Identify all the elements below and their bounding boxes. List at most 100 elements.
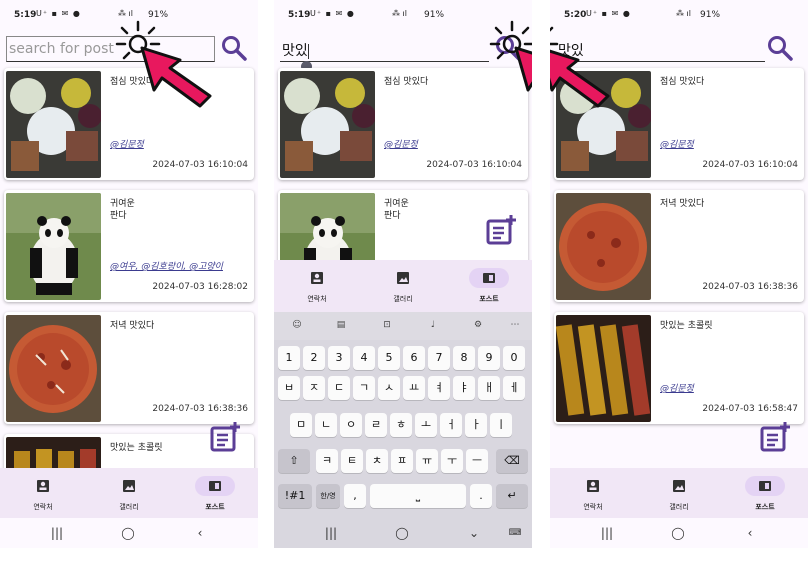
nav-contacts[interactable]: 연락처 [550, 476, 636, 522]
nav-contacts-label: 연락처 [583, 503, 603, 511]
keyboard-icon[interactable]: ⌨ [508, 526, 522, 540]
screen-results: 5:20 U⁺ ▪ ✉ ● ⁂ ıl 91% 맛있 점심 맛있다 @김문정 20… [550, 0, 808, 548]
bottom-navigation: 연락처 갤러리 포스트 [274, 260, 532, 312]
nav-contacts-label: 연락처 [307, 295, 327, 303]
key[interactable]: ㅔ [503, 376, 525, 400]
comma-key[interactable]: , [344, 484, 366, 508]
key[interactable]: ㅁ [290, 413, 312, 437]
post-card[interactable]: 저녁 맛있다 2024-07-03 16:38:36 [554, 190, 804, 302]
key[interactable]: 4 [353, 346, 375, 370]
key[interactable]: ㅂ [278, 376, 300, 400]
search-input[interactable]: 맛있 [280, 36, 489, 62]
key[interactable]: 7 [428, 346, 450, 370]
nav-contacts[interactable]: 연락처 [274, 268, 360, 314]
key[interactable]: ㅕ [428, 376, 450, 400]
home-icon[interactable]: ◯ [121, 526, 135, 540]
post-date: 2024-07-03 16:10:04 [702, 160, 798, 170]
translate-icon[interactable]: ⊡ [380, 320, 394, 332]
period-key[interactable]: . [470, 484, 492, 508]
key[interactable]: ㄷ [328, 376, 350, 400]
key[interactable]: 3 [328, 346, 350, 370]
recents-icon[interactable]: ||| [324, 526, 338, 540]
post-title: 저녁 맛있다 [660, 199, 705, 209]
back-icon[interactable]: ‹ [193, 526, 207, 540]
nav-gallery[interactable]: 갤러리 [636, 476, 722, 522]
recents-icon[interactable]: ||| [50, 526, 64, 540]
tap-pointer-icon [550, 26, 610, 108]
key[interactable]: ㅎ [390, 413, 412, 437]
key[interactable]: ㅐ [478, 376, 500, 400]
key[interactable]: 0 [503, 346, 525, 370]
home-icon[interactable]: ◯ [671, 526, 685, 540]
post-card[interactable]: 저녁 맛있다 2024-07-03 16:38:36 [4, 312, 254, 424]
contacts-icon [587, 480, 599, 492]
back-icon[interactable]: ‹ [743, 526, 757, 540]
key[interactable]: ㅍ [391, 449, 413, 473]
post-tags[interactable]: @김문정 [384, 137, 418, 150]
key[interactable]: ㅈ [303, 376, 325, 400]
key[interactable]: ㅊ [366, 449, 388, 473]
key[interactable]: ㅅ [378, 376, 400, 400]
post-title: 저녁 맛있다 [110, 321, 155, 331]
key[interactable]: ㅠ [416, 449, 438, 473]
screen-feed: 5:19 U⁺ ▪ ✉ ● ⁂ ıl 91% search for post 점… [0, 0, 258, 548]
keyboard-bottom-row: !#1 한/영 , ⎵ . ↵ [278, 484, 528, 508]
search-icon[interactable] [766, 34, 794, 62]
key[interactable]: ㄱ [353, 376, 375, 400]
nav-contacts-label: 연락처 [33, 503, 53, 511]
new-post-icon[interactable] [758, 420, 792, 454]
nav-posts-label: 포스트 [755, 503, 775, 511]
nav-gallery[interactable]: 갤러리 [360, 268, 446, 314]
nav-contacts[interactable]: 연락처 [0, 476, 86, 522]
search-results-feed[interactable]: 점심 맛있다 @김문정 2024-07-03 16:10:04 저녁 맛있다 2… [554, 68, 804, 434]
key[interactable]: ㅡ [466, 449, 488, 473]
key[interactable]: 9 [478, 346, 500, 370]
more-icon[interactable]: ⋯ [508, 320, 522, 332]
backspace-key-icon[interactable]: ⌫ [496, 449, 528, 473]
key[interactable]: ㅏ [465, 413, 487, 437]
new-post-icon[interactable] [484, 213, 518, 247]
recents-icon[interactable]: ||| [600, 526, 614, 540]
home-icon[interactable]: ◯ [395, 526, 409, 540]
post-tags[interactable]: @김문정 [660, 381, 694, 394]
hide-keyboard-icon[interactable]: ⌄ [467, 526, 481, 540]
key[interactable]: ㅓ [440, 413, 462, 437]
sticker-icon[interactable]: ☺ [290, 320, 304, 332]
post-card[interactable]: 귀여운 판다 @여우, @김호랑이, @고양이 2024-07-03 16:28… [4, 190, 254, 302]
post-tags[interactable]: @김문정 [110, 137, 144, 150]
post-tags[interactable]: @김문정 [660, 137, 694, 150]
key[interactable]: 8 [453, 346, 475, 370]
nav-posts[interactable]: 포스트 [722, 476, 808, 522]
key[interactable]: ㅑ [453, 376, 475, 400]
key[interactable]: ㄴ [315, 413, 337, 437]
key[interactable]: 1 [278, 346, 300, 370]
key[interactable]: 5 [378, 346, 400, 370]
clipboard-icon[interactable]: ▤ [334, 320, 348, 332]
key[interactable]: ㅣ [490, 413, 512, 437]
shift-key-icon[interactable]: ⇧ [278, 449, 310, 473]
status-time: 5:19 [14, 10, 37, 20]
nav-gallery[interactable]: 갤러리 [86, 476, 172, 522]
nav-posts[interactable]: 포스트 [172, 476, 258, 522]
post-card[interactable]: 맛있는 초콜릿 @김문정 2024-07-03 16:58:47 [554, 312, 804, 424]
nav-posts[interactable]: 포스트 [446, 268, 532, 314]
key[interactable]: ㅗ [415, 413, 437, 437]
key[interactable]: ㅜ [441, 449, 463, 473]
spacebar-key[interactable]: ⎵ [370, 484, 466, 508]
search-icon[interactable] [220, 34, 248, 62]
key[interactable]: ㅌ [341, 449, 363, 473]
enter-key-icon[interactable]: ↵ [496, 484, 528, 508]
key[interactable]: ㅛ [403, 376, 425, 400]
key[interactable]: ㅋ [316, 449, 338, 473]
language-key[interactable]: 한/영 [316, 484, 340, 508]
key[interactable]: ㅇ [340, 413, 362, 437]
key[interactable]: 2 [303, 346, 325, 370]
new-post-icon[interactable] [208, 420, 242, 454]
key[interactable]: ㄹ [365, 413, 387, 437]
settings-icon[interactable]: ⚙ [471, 320, 485, 332]
mic-icon[interactable]: ♩ [426, 320, 440, 332]
post-tags[interactable]: @여우, @김호랑이, @고양이 [110, 259, 223, 272]
nav-gallery-label: 갤러리 [393, 295, 413, 303]
symbols-key[interactable]: !#1 [278, 484, 312, 508]
key[interactable]: 6 [403, 346, 425, 370]
